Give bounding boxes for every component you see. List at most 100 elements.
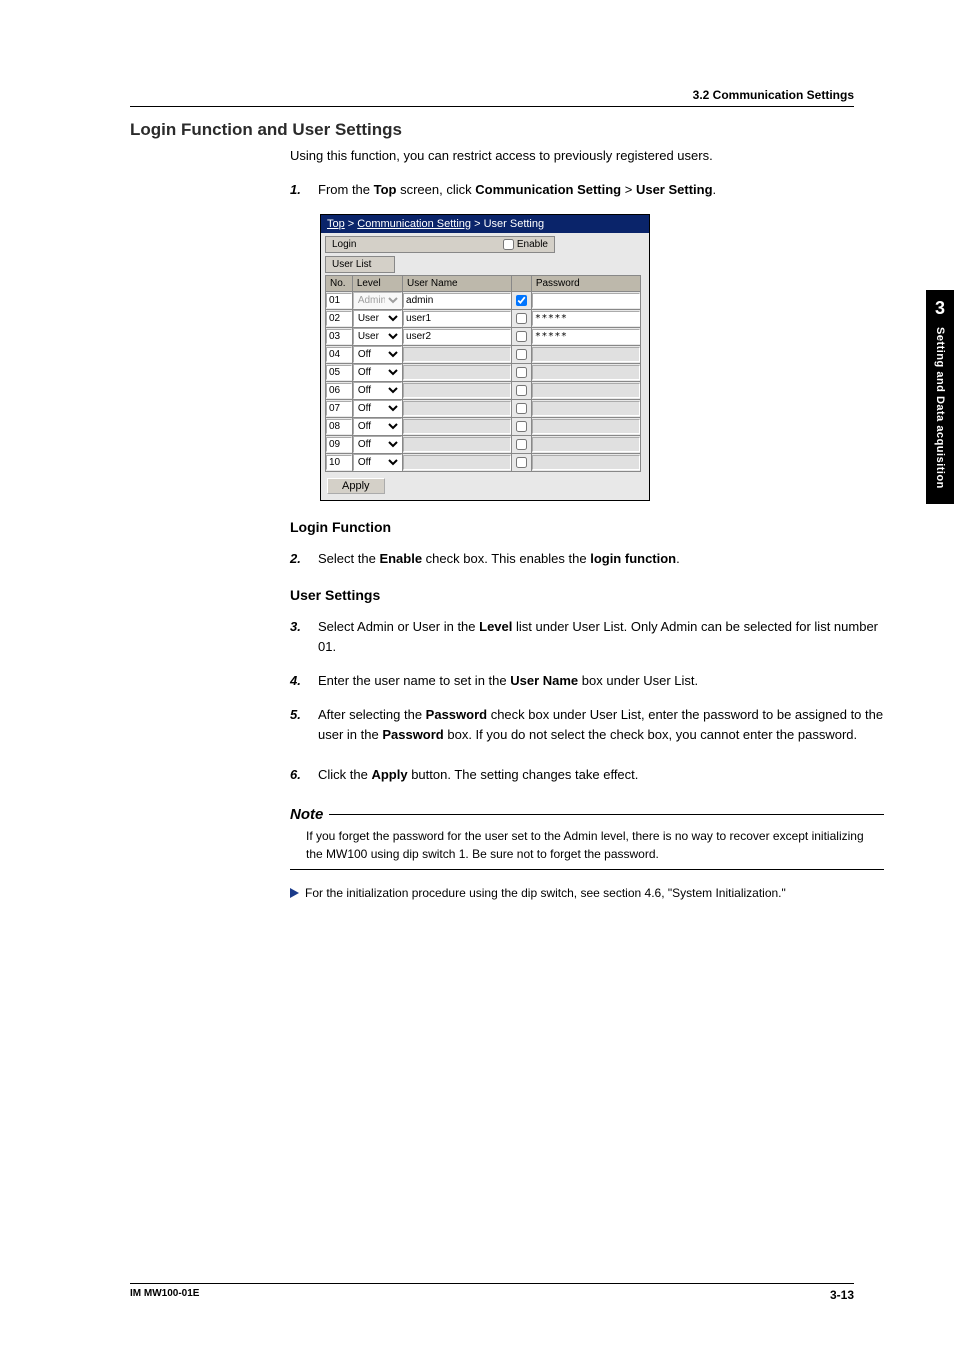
level-select[interactable]: User [353,328,402,345]
step-1: 1. From the Top screen, click Communicat… [290,180,884,200]
step-number: 4. [290,671,306,691]
step-number: 2. [290,549,306,569]
username-field[interactable] [403,437,511,452]
level-select[interactable]: Off [353,400,402,417]
cross-reference: For the initialization procedure using t… [290,886,884,900]
breadcrumb-user-setting: User Setting [484,218,545,230]
password-checkbox[interactable] [516,421,527,432]
note-rule [329,814,884,815]
col-username: User Name [403,275,512,291]
document-id: IM MW100-01E [130,1288,199,1302]
no-field [326,311,352,326]
step-5: 5. After selecting the Password check bo… [290,705,884,745]
step-number: 1. [290,180,306,200]
section-user-settings: User Settings [290,587,884,603]
step-text: Select the Enable check box. This enable… [318,549,884,569]
step-6: 6. Click the Apply button. The setting c… [290,765,884,785]
level-select[interactable]: Admin [353,292,402,309]
note-body: If you forget the password for the user … [290,823,884,870]
userlist-panel-header: User List [325,256,395,273]
username-field[interactable] [403,347,511,362]
password-checkbox[interactable] [516,403,527,414]
triangle-icon [290,888,299,898]
level-select[interactable]: Off [353,454,402,471]
no-field [326,419,352,434]
username-field[interactable] [403,329,511,344]
password-field[interactable] [532,347,640,362]
username-field[interactable] [403,293,511,308]
step-text: Enter the user name to set in the User N… [318,671,884,691]
enable-label: Enable [517,239,548,250]
password-field[interactable] [532,293,640,308]
no-field [326,437,352,452]
password-checkbox[interactable] [516,295,527,306]
username-field[interactable] [403,455,511,470]
password-checkbox[interactable] [516,313,527,324]
level-select[interactable]: Off [353,418,402,435]
step-number: 3. [290,617,306,657]
password-checkbox[interactable] [516,385,527,396]
table-row: Off [326,381,641,399]
step-4: 4. Enter the user name to set in the Use… [290,671,884,691]
password-field[interactable] [532,383,640,398]
embedded-screenshot: Top > Communication Setting > User Setti… [320,214,884,501]
step-3: 3. Select Admin or User in the Level lis… [290,617,884,657]
password-field[interactable] [532,329,640,344]
no-field [326,293,352,308]
col-pw-check [512,275,532,291]
apply-button[interactable]: Apply [327,478,385,494]
intro-text: Using this function, you can restrict ac… [290,146,884,166]
table-row: Off [326,363,641,381]
breadcrumb-top[interactable]: Top [327,218,345,230]
username-field[interactable] [403,419,511,434]
enable-checkbox[interactable] [503,239,514,250]
level-select[interactable]: Off [353,346,402,363]
password-field[interactable] [532,455,640,470]
table-row: Off [326,345,641,363]
user-list-table: No. Level User Name Password AdminUserUs… [325,275,641,472]
step-number: 5. [290,705,306,745]
level-select[interactable]: Off [353,382,402,399]
step-text: After selecting the Password check box u… [318,705,884,745]
step-text: From the Top screen, click Communication… [318,180,884,200]
password-checkbox[interactable] [516,457,527,468]
step-text: Click the Apply button. The setting chan… [318,765,884,785]
no-field [326,329,352,344]
step-2: 2. Select the Enable check box. This ena… [290,549,884,569]
password-field[interactable] [532,311,640,326]
username-field[interactable] [403,383,511,398]
table-row: Off [326,399,641,417]
page-footer: IM MW100-01E 3-13 [130,1283,854,1302]
col-no: No. [326,275,353,291]
userlist-panel-label: User List [332,259,371,270]
password-field[interactable] [532,437,640,452]
level-select[interactable]: User [353,310,402,327]
password-field[interactable] [532,419,640,434]
login-panel-label: Login [332,239,356,250]
username-field[interactable] [403,365,511,380]
password-field[interactable] [532,401,640,416]
page-title: Login Function and User Settings [130,120,884,140]
level-select[interactable]: Off [353,364,402,381]
username-field[interactable] [403,311,511,326]
page-number: 3-13 [830,1288,854,1302]
password-checkbox[interactable] [516,331,527,342]
cross-reference-text: For the initialization procedure using t… [305,886,786,900]
chapter-tab: 3 Setting and Data acquisition [926,290,954,504]
no-field [326,455,352,470]
section-login-function: Login Function [290,519,884,535]
password-field[interactable] [532,365,640,380]
password-checkbox[interactable] [516,367,527,378]
note-label: Note [290,806,323,823]
breadcrumb-bar: Top > Communication Setting > User Setti… [321,215,649,233]
running-header: 3.2 Communication Settings [693,88,854,102]
breadcrumb-comm-setting[interactable]: Communication Setting [357,218,471,230]
table-row: Off [326,453,641,471]
username-field[interactable] [403,401,511,416]
password-checkbox[interactable] [516,439,527,450]
table-row: User [326,309,641,327]
table-row: User [326,327,641,345]
level-select[interactable]: Off [353,436,402,453]
col-level: Level [352,275,402,291]
password-checkbox[interactable] [516,349,527,360]
